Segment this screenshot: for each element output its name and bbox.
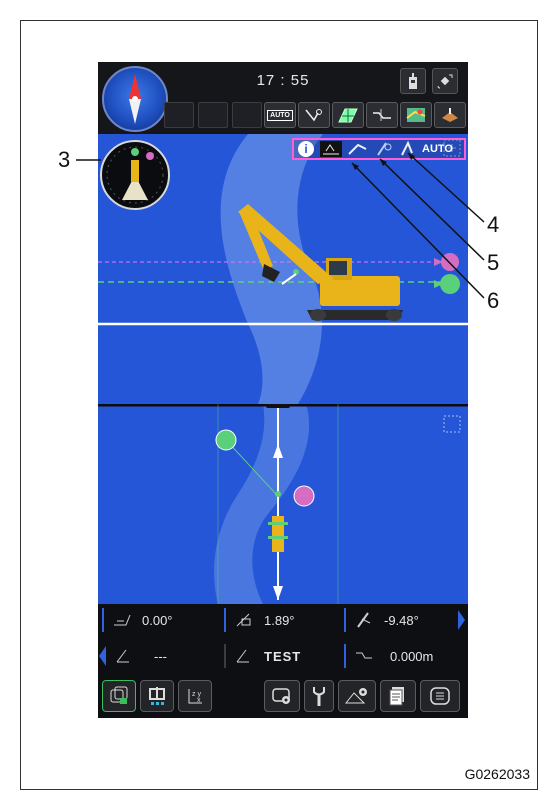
empty-slot-2[interactable] [198, 102, 228, 128]
axis-zyx-icon: z yx [188, 689, 202, 704]
machine-view-button[interactable] [140, 680, 174, 712]
svg-text:x: x [197, 697, 201, 704]
auto-status-label: AUTO [422, 143, 453, 155]
compass-needle-icon [129, 74, 141, 124]
design-name-value: TEST [264, 648, 302, 664]
auto-guidance-icon [346, 141, 370, 157]
sensor-status-icon [374, 141, 394, 157]
compass-button[interactable] [102, 66, 168, 132]
auto-mode-label: AUTO [267, 109, 293, 121]
axis-orientation-button[interactable]: z yx [178, 680, 212, 712]
auto-mode-button[interactable]: AUTO [264, 102, 296, 128]
angle-left-value: --- [154, 648, 167, 664]
side-view-panel[interactable]: i AUTO [98, 134, 468, 404]
device-screen: 17 : 55 AUTO i AUTO 0.00° 1.89° -9.48° -… [98, 62, 468, 718]
angle-up-icon [116, 649, 129, 663]
empty-slot-1[interactable] [164, 102, 194, 128]
callout-5: 5 [487, 250, 500, 275]
distance-readout: 0.000m [346, 642, 466, 670]
status-icon-strip: i AUTO [292, 138, 466, 160]
dial-graphics [106, 146, 164, 204]
distance-value: 0.000m [390, 648, 434, 664]
bucket-angle-readout: 0.00° [104, 606, 222, 634]
callout-6: 6 [487, 288, 500, 313]
plan-view-graphics [98, 404, 468, 604]
design-name-readout: TEST [226, 642, 344, 670]
design-angle-icon [236, 649, 249, 663]
bucket-target-icon[interactable] [434, 102, 466, 128]
machine-status-icon [320, 141, 342, 157]
map-view-icon[interactable] [400, 102, 432, 128]
machine-gear-icon [344, 688, 367, 704]
callout-4: 4 [487, 212, 500, 237]
machine-view-icon [149, 687, 165, 705]
pitch-angle-icon [236, 613, 251, 627]
wrench-icon [313, 687, 325, 706]
empty-slot-3[interactable] [232, 102, 262, 128]
next-page-arrow-icon[interactable] [456, 608, 466, 632]
grid-surface-icon[interactable] [332, 102, 364, 128]
roll-angle-value: -9.48° [384, 612, 419, 628]
bucket-angle-icon [114, 614, 131, 626]
roll-angle-icon [357, 612, 371, 628]
bucket-angle-value: 0.00° [142, 612, 173, 628]
info-icon[interactable]: i [298, 141, 314, 157]
menu-list-icon [430, 687, 450, 705]
angle-readout-left: --- [106, 642, 222, 670]
distance-icon [356, 652, 372, 659]
curve-tool-icon[interactable] [298, 102, 330, 128]
top-bar: 17 : 55 AUTO [98, 62, 468, 134]
radio-icon[interactable] [400, 68, 426, 94]
profile-line-icon[interactable] [366, 102, 398, 128]
readout-row-2: --- TEST 0.000m [98, 640, 468, 672]
machine-settings-button[interactable] [338, 680, 376, 712]
documents-button[interactable] [380, 680, 416, 712]
clock-display: 17 : 55 [256, 72, 310, 89]
roll-angle-readout: -9.48° [346, 606, 456, 634]
readout-row-1: 0.00° 1.89° -9.48° [98, 604, 468, 636]
figure-id: G0262033 [464, 766, 530, 782]
auto-control-icon [398, 140, 418, 157]
pitch-angle-readout: 1.89° [226, 606, 344, 634]
tools-button[interactable] [304, 680, 334, 712]
callout-3: 3 [58, 147, 71, 172]
plan-view-panel[interactable] [98, 404, 468, 604]
documents-icon [389, 687, 404, 706]
menu-button[interactable] [420, 680, 460, 712]
pitch-angle-value: 1.89° [264, 612, 295, 628]
view-settings-button[interactable] [264, 680, 300, 712]
satellite-icon[interactable] [432, 68, 458, 94]
layers-lock-icon [110, 686, 128, 704]
cab-orientation-dial[interactable] [100, 140, 170, 210]
layer-lock-button[interactable] [102, 680, 136, 712]
view-settings-icon [272, 688, 290, 704]
